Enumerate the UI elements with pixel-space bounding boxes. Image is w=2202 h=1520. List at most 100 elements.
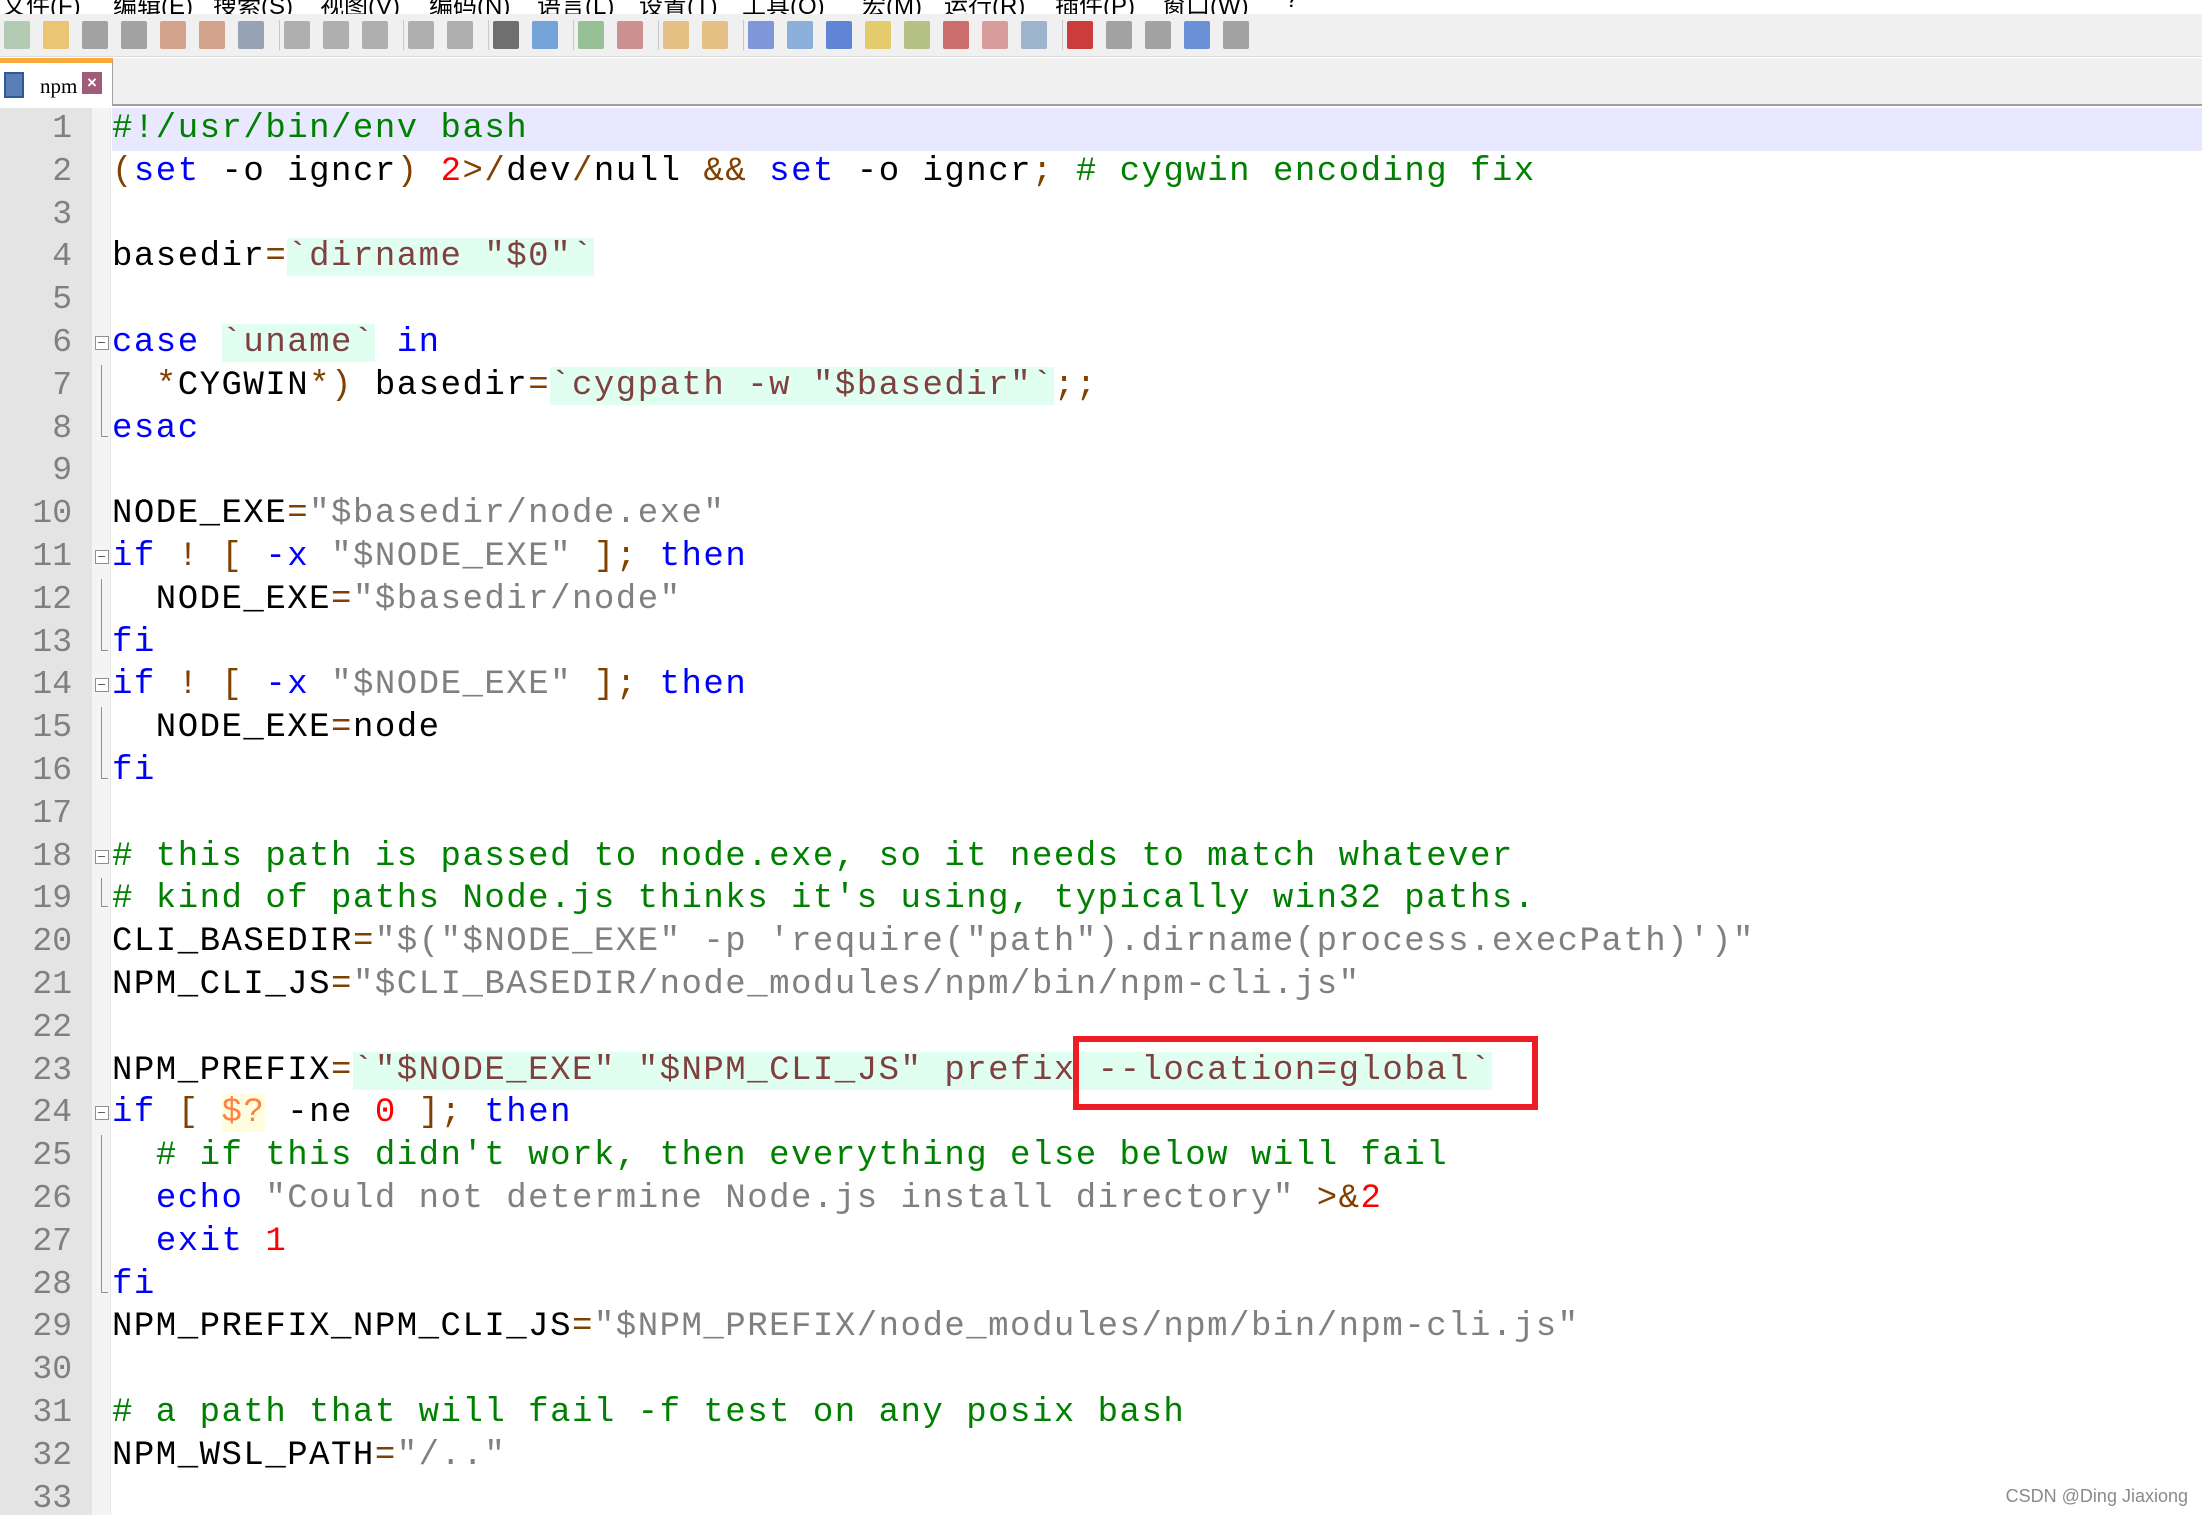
code-line[interactable]: CLI_BASEDIR="$("$NODE_EXE" -p 'require("… [112, 921, 2202, 964]
indent-guide-icon[interactable] [826, 21, 852, 49]
code-token [112, 367, 156, 405]
saved-file-icon [4, 72, 24, 98]
code-line[interactable]: NODE_EXE="$basedir/node.exe" [112, 493, 2202, 536]
monitor-icon[interactable] [1021, 21, 1047, 49]
zoom-in-icon[interactable] [578, 21, 604, 49]
sync-horizontal-icon[interactable] [702, 21, 728, 49]
menu-item[interactable]: 宏(M) [862, 0, 922, 14]
code-line[interactable]: if ! [ -x "$NODE_EXE" ]; then [112, 664, 2202, 707]
menu-item[interactable]: 视图(V) [320, 0, 400, 14]
code-line[interactable] [112, 1478, 2202, 1520]
code-editor[interactable]: 1234567891011121314151617181920212223242… [0, 108, 2202, 1515]
code-line[interactable]: NODE_EXE=node [112, 707, 2202, 750]
code-line[interactable]: *CYGWIN*) basedir=`cygpath -w "$basedir"… [112, 365, 2202, 408]
run-macro-multiple-icon[interactable] [1184, 21, 1210, 49]
code-token: set [134, 153, 200, 191]
redo-icon[interactable] [447, 21, 473, 49]
code-token: "$CLI_BASEDIR/node_modules/npm/bin/npm-c… [353, 966, 1361, 1004]
open-file-icon[interactable] [43, 21, 69, 49]
code-line[interactable]: esac [112, 408, 2202, 451]
find-icon[interactable] [493, 21, 519, 49]
menu-item[interactable]: 语言(L) [537, 0, 614, 14]
code-line[interactable]: fi [112, 622, 2202, 665]
replace-icon[interactable] [532, 21, 558, 49]
sync-vertical-icon[interactable] [663, 21, 689, 49]
code-token: if [112, 666, 156, 704]
menu-item[interactable]: 文件(F) [2, 0, 81, 14]
zoom-out-icon[interactable] [617, 21, 643, 49]
code-line[interactable]: fi [112, 750, 2202, 793]
menu-item[interactable]: 搜索(S) [213, 0, 293, 14]
code-line[interactable]: # a path that will fail -f test on any p… [112, 1392, 2202, 1435]
code-line[interactable] [112, 279, 2202, 322]
code-token: * [156, 367, 178, 405]
fold-toggle-icon[interactable] [95, 322, 109, 365]
code-line[interactable]: # if this didn't work, then everything e… [112, 1135, 2202, 1178]
code-line[interactable]: # this path is passed to node.exe, so it… [112, 836, 2202, 879]
fold-toggle-icon[interactable] [95, 1092, 109, 1135]
line-number: 31 [0, 1392, 72, 1435]
code-line[interactable] [112, 793, 2202, 836]
menu-item[interactable]: 设置(T) [639, 0, 718, 14]
undo-icon[interactable] [408, 21, 434, 49]
code-line[interactable] [112, 450, 2202, 493]
line-number: 3 [0, 194, 72, 237]
code-line[interactable]: case `uname` in [112, 322, 2202, 365]
code-line[interactable]: if ! [ -x "$NODE_EXE" ]; then [112, 536, 2202, 579]
code-line[interactable]: basedir=`dirname "$0"` [112, 236, 2202, 279]
user-lang-icon[interactable] [865, 21, 891, 49]
folder-workspace-icon[interactable] [982, 21, 1008, 49]
play-macro-icon[interactable] [1145, 21, 1171, 49]
code-line[interactable]: NPM_PREFIX_NPM_CLI_JS="$NPM_PREFIX/node_… [112, 1306, 2202, 1349]
function-list-icon[interactable] [943, 21, 969, 49]
show-all-chars-icon[interactable] [787, 21, 813, 49]
tab-npm[interactable]: npm × [0, 58, 113, 106]
menu-item[interactable]: ? [1285, 0, 1298, 14]
code-token: null [594, 153, 704, 191]
code-token: -o igncr [200, 153, 397, 191]
new-file-icon[interactable] [4, 21, 30, 49]
line-number: 10 [0, 493, 72, 536]
menu-item[interactable]: 插件(P) [1055, 0, 1135, 14]
code-line[interactable]: exit 1 [112, 1221, 2202, 1264]
code-line[interactable]: (set -o igncr) 2>/dev/null && set -o ign… [112, 151, 2202, 194]
save-icon[interactable] [82, 21, 108, 49]
code-line[interactable]: NODE_EXE="$basedir/node" [112, 579, 2202, 622]
doc-map-icon[interactable] [904, 21, 930, 49]
save-macro-icon[interactable] [1223, 21, 1249, 49]
copy-icon[interactable] [323, 21, 349, 49]
word-wrap-icon[interactable] [748, 21, 774, 49]
close-all-icon[interactable] [199, 21, 225, 49]
toolbar-separator [403, 20, 404, 50]
paste-icon[interactable] [362, 21, 388, 49]
code-line[interactable]: NPM_CLI_JS="$CLI_BASEDIR/node_modules/np… [112, 964, 2202, 1007]
code-token: basedir [112, 238, 265, 276]
fold-toggle-icon[interactable] [95, 836, 109, 879]
code-token: exit [156, 1223, 244, 1261]
fold-toggle-icon[interactable] [95, 664, 109, 707]
save-all-icon[interactable] [121, 21, 147, 49]
code-line[interactable]: echo "Could not determine Node.js instal… [112, 1178, 2202, 1221]
code-token: = [572, 1308, 594, 1346]
code-line[interactable]: # kind of paths Node.js thinks it's usin… [112, 878, 2202, 921]
code-line[interactable] [112, 1349, 2202, 1392]
code-line[interactable] [112, 194, 2202, 237]
close-icon[interactable] [160, 21, 186, 49]
menu-item[interactable]: 窗口(W) [1162, 0, 1249, 14]
line-number: 4 [0, 236, 72, 279]
code-line[interactable]: NPM_WSL_PATH="/.." [112, 1435, 2202, 1478]
code-token: fi [112, 1266, 156, 1304]
fold-toggle-icon[interactable] [95, 536, 109, 579]
cut-icon[interactable] [284, 21, 310, 49]
menu-item[interactable]: 运行(R) [944, 0, 1025, 14]
close-tab-icon[interactable]: × [82, 72, 102, 94]
stop-record-icon[interactable] [1106, 21, 1132, 49]
record-macro-icon[interactable] [1067, 21, 1093, 49]
code-line[interactable]: fi [112, 1264, 2202, 1307]
menu-item[interactable]: 编码(N) [429, 0, 510, 14]
code-line[interactable]: #!/usr/bin/env bash [112, 108, 2202, 151]
menu-item[interactable]: 工具(O) [742, 0, 825, 14]
print-icon[interactable] [238, 21, 264, 49]
menu-item[interactable]: 编辑(E) [113, 0, 193, 14]
code-token: ) [397, 153, 419, 191]
